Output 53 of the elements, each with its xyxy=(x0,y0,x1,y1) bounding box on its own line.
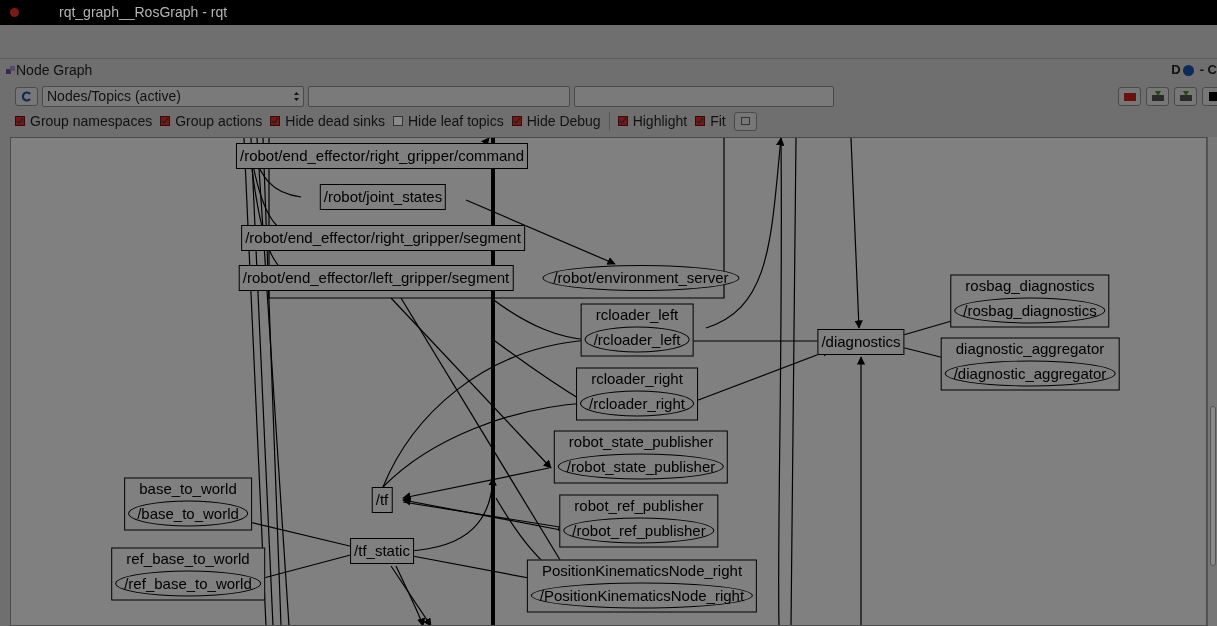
filter-field[interactable] xyxy=(308,85,570,107)
plugin-icon xyxy=(6,65,15,75)
group-label: base_to_world xyxy=(139,479,237,498)
folder-icon xyxy=(1123,91,1136,101)
option-checkbox[interactable]: Hide Debug xyxy=(511,110,601,132)
filter-field[interactable] xyxy=(574,85,834,107)
topic-node[interactable]: /tf xyxy=(371,487,393,513)
group-label: rcloader_left xyxy=(595,305,679,324)
topic-node[interactable]: /robot/end_effector/left_gripper/segment xyxy=(238,265,514,291)
topic-node[interactable]: /robot/end_effector/right_gripper/segment xyxy=(241,225,525,251)
checkmark-icon xyxy=(161,117,170,125)
dropdown-arrows-icon xyxy=(294,91,299,101)
plugin-title: Node Graph xyxy=(16,60,93,80)
graph-type-dropdown[interactable]: Nodes/Topics (active) xyxy=(42,85,304,107)
save-button[interactable] xyxy=(1146,86,1169,106)
option-checkbox[interactable]: Hide dead sinks xyxy=(270,110,385,132)
group-label: ref_base_to_world xyxy=(126,549,250,568)
checkmark-icon xyxy=(618,117,627,125)
close-label[interactable]: - C xyxy=(1199,60,1217,80)
group-label: PositionKinematicsNode_right xyxy=(541,561,743,580)
refresh-icon xyxy=(21,90,32,102)
group-label: robot_state_publisher xyxy=(568,432,714,451)
option-checkbox[interactable]: Highlight xyxy=(617,110,688,132)
checkmark-icon xyxy=(512,117,521,125)
node-ellipse[interactable]: /robot/environment_server xyxy=(542,265,740,291)
option-checkbox[interactable]: Group namespaces xyxy=(15,110,153,132)
checkmark-icon xyxy=(271,117,280,125)
group-label: rosbag_diagnostics xyxy=(965,276,1095,295)
window-title: rqt_graph__RosGraph - rqt xyxy=(59,3,228,22)
help-icon[interactable] xyxy=(1182,64,1194,76)
topic-node[interactable]: /tf_static xyxy=(350,538,414,564)
save-image-button[interactable] xyxy=(1174,86,1197,106)
option-checkbox[interactable]: Group actions xyxy=(160,110,263,132)
download-icon xyxy=(1151,91,1164,101)
fit-icon xyxy=(740,117,750,125)
fit-button[interactable] xyxy=(733,111,757,131)
vertical-scrollbar[interactable] xyxy=(1207,137,1217,626)
load-button[interactable] xyxy=(1118,86,1141,106)
group-label: diagnostic_aggregator xyxy=(955,339,1105,358)
option-checkbox[interactable]: Fit xyxy=(695,110,726,132)
close-icon[interactable] xyxy=(10,8,19,17)
topic-node[interactable]: /robot/end_effector/right_gripper/command xyxy=(235,143,529,169)
download-icon xyxy=(1179,91,1192,101)
topic-node[interactable]: /robot/joint_states xyxy=(319,184,447,210)
checkmark-icon xyxy=(16,117,24,125)
option-checkbox[interactable]: Hide leaf topics xyxy=(393,110,504,132)
topic-node[interactable]: /diagnostics xyxy=(817,329,905,355)
graph-canvas[interactable] xyxy=(10,137,1207,626)
refresh-button[interactable] xyxy=(15,86,38,106)
group-label: rcloader_right xyxy=(591,369,683,388)
group-label: robot_ref_publisher xyxy=(574,496,704,515)
checkmark-icon xyxy=(696,117,705,125)
dock-label[interactable]: D xyxy=(1171,60,1181,80)
